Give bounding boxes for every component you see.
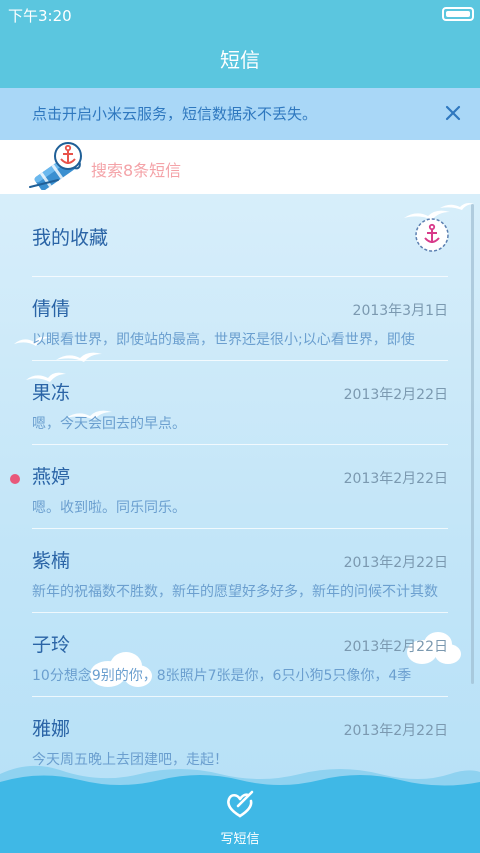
conversation-item[interactable]: 子玲 2013年2月22日 10分想念9别的你，8张照片7张是你，6只小狗5只像… xyxy=(0,612,480,696)
message-preview: 10分想念9别的你，8张照片7张是你，6只小狗5只像你，4季 xyxy=(32,668,412,684)
message-date: 2013年2月22日 xyxy=(343,555,448,571)
divider xyxy=(32,696,448,697)
divider xyxy=(32,360,448,361)
conversation-item[interactable]: 果冻 2013年2月22日 嗯，今天会回去的早点。 xyxy=(0,360,480,444)
message-date: 2013年2月22日 xyxy=(343,639,448,655)
divider xyxy=(32,444,448,445)
contact-name: 燕婷 xyxy=(32,466,71,488)
divider xyxy=(32,612,448,613)
conversation-list[interactable]: 我的收藏 倩倩 2013年3月1日 以眼看世界，即使站的最高，世界还是很小;以心… xyxy=(0,194,480,784)
bottom-bar: 写短信 xyxy=(0,760,480,853)
header: 短信 xyxy=(0,28,480,88)
message-date: 2013年2月22日 xyxy=(343,471,448,487)
contact-name: 果冻 xyxy=(32,382,71,404)
message-date: 2013年2月22日 xyxy=(343,387,448,403)
message-preview: 嗯。收到啦。同乐同乐。 xyxy=(32,500,186,516)
page-title: 短信 xyxy=(220,48,260,72)
contact-name: 倩倩 xyxy=(32,298,71,320)
search-bar[interactable]: 搜索8条短信 xyxy=(0,140,480,194)
message-date: 2013年3月1日 xyxy=(352,303,448,319)
message-preview: 嗯，今天会回去的早点。 xyxy=(32,416,186,432)
contact-name: 雅娜 xyxy=(32,718,71,740)
favorites-label: 我的收藏 xyxy=(32,227,109,249)
message-preview: 以眼看世界，即使站的最高，世界还是很小;以心看世界，即使 xyxy=(32,332,415,348)
telescope-icon xyxy=(29,142,82,190)
favorites-row[interactable]: 我的收藏 xyxy=(0,194,480,276)
message-preview: 新年的祝福数不胜数，新年的愿望好多好多，新年的问候不计其数 xyxy=(32,584,438,600)
conversation-item[interactable]: 燕婷 2013年2月22日 嗯。收到啦。同乐同乐。 xyxy=(0,444,480,528)
battery-icon xyxy=(442,7,474,21)
compose-button[interactable]: 写短信 xyxy=(210,782,270,847)
contact-name: 子玲 xyxy=(32,634,71,656)
compose-icon xyxy=(227,790,254,818)
conversation-item[interactable]: 倩倩 2013年3月1日 以眼看世界，即使站的最高，世界还是很小;以心看世界，即… xyxy=(0,276,480,360)
close-icon[interactable] xyxy=(440,100,466,126)
anchor-badge-icon xyxy=(415,218,449,252)
status-time: 下午3:20 xyxy=(8,7,72,25)
conversation-item[interactable]: 紫楠 2013年2月22日 新年的祝福数不胜数，新年的愿望好多好多，新年的问候不… xyxy=(0,528,480,612)
cloud-service-banner[interactable]: 点击开启小米云服务，短信数据永不丢失。 xyxy=(0,88,480,140)
contact-name: 紫楠 xyxy=(32,550,71,572)
divider xyxy=(32,528,448,529)
cloud-banner-text: 点击开启小米云服务，短信数据永不丢失。 xyxy=(32,105,318,123)
status-bar: 下午3:20 xyxy=(0,0,480,28)
unread-indicator xyxy=(10,474,20,484)
divider xyxy=(32,276,448,277)
compose-label: 写短信 xyxy=(220,832,260,847)
search-input[interactable]: 搜索8条短信 xyxy=(91,157,181,181)
message-date: 2013年2月22日 xyxy=(343,723,448,739)
